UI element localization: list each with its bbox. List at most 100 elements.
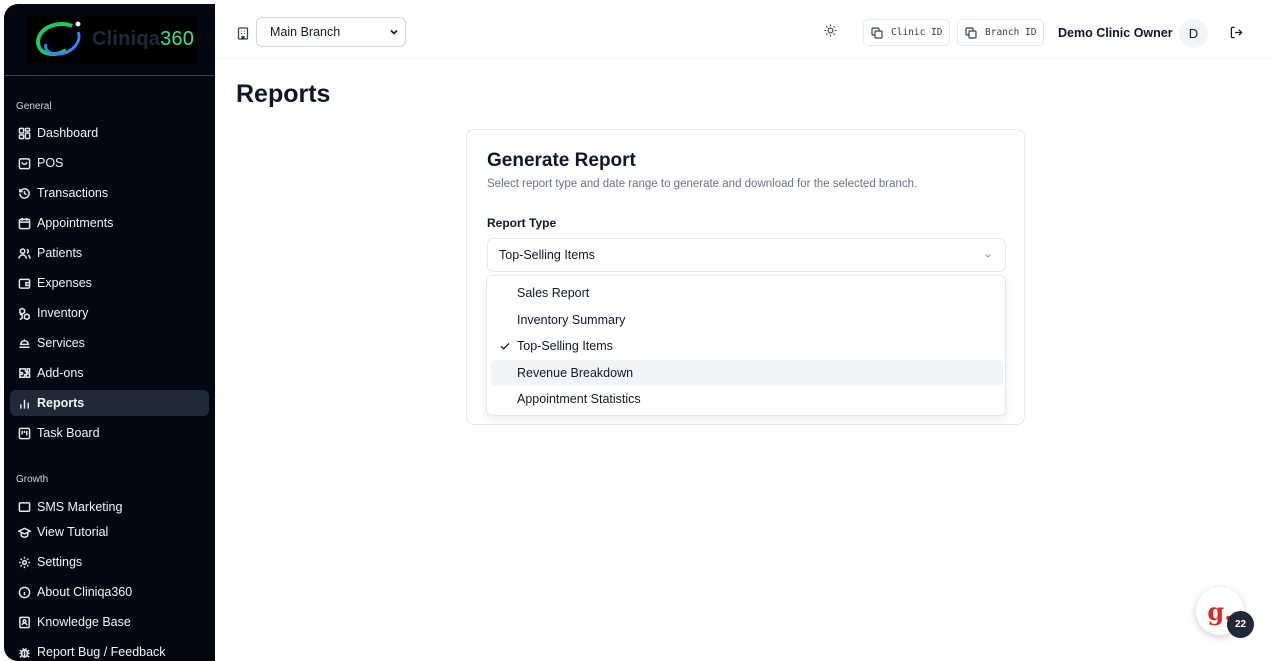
sidebar-bottom-nav: View Tutorial Settings About Cliniqa360 Kno… bbox=[4, 516, 215, 661]
boxes-icon bbox=[18, 307, 30, 320]
report-type-value: Top-Selling Items bbox=[499, 248, 595, 262]
sidebar-item-task-board[interactable]: Task Board bbox=[10, 420, 209, 446]
report-type-dropdown: Sales Report Inventory Summary Top-Selling… bbox=[486, 275, 1006, 416]
dropdown-option-label: Sales Report bbox=[517, 286, 590, 300]
history-icon bbox=[18, 187, 30, 199]
section-label-general: General bbox=[16, 101, 52, 112]
logo-text: Cliniqa360 bbox=[92, 28, 194, 51]
sidebar-item-knowledge-base[interactable]: Knowledge Base bbox=[10, 609, 209, 635]
sidebar-item-label: POS bbox=[37, 156, 64, 170]
sidebar-item-services[interactable]: Services bbox=[10, 330, 209, 356]
dropdown-option[interactable]: Revenue Breakdown bbox=[491, 359, 1003, 386]
pos-icon bbox=[17, 156, 31, 170]
boxes-icon bbox=[17, 306, 31, 320]
info-icon bbox=[18, 586, 30, 598]
logo-name: Cliniqa bbox=[92, 28, 161, 50]
report-type-label: Report Type bbox=[487, 216, 557, 230]
chart-icon bbox=[17, 396, 31, 410]
sidebar-item-appointments[interactable]: Appointments bbox=[10, 210, 209, 236]
kanban-icon bbox=[18, 427, 30, 439]
dashboard-icon bbox=[17, 126, 31, 140]
logout-icon[interactable] bbox=[1230, 26, 1243, 39]
sidebar: Cliniqa360 General Dashboard POS Transacti… bbox=[4, 4, 215, 661]
sidebar-item-dashboard[interactable]: Dashboard bbox=[10, 120, 209, 146]
wallet-icon bbox=[17, 276, 31, 290]
branch-select[interactable]: Main Branch bbox=[256, 17, 406, 47]
wallet-icon bbox=[18, 278, 30, 289]
puzzle-icon bbox=[18, 367, 30, 378]
sidebar-item-label: About Cliniqa360 bbox=[37, 585, 133, 599]
message-icon bbox=[17, 500, 31, 514]
dropdown-option[interactable]: Appointment Statistics bbox=[491, 386, 1003, 412]
info-icon bbox=[17, 585, 31, 599]
branch-select-value: Main Branch bbox=[270, 25, 341, 39]
book-icon bbox=[18, 616, 30, 628]
sidebar-item-patients[interactable]: Patients bbox=[10, 240, 209, 266]
card-title: Generate Report bbox=[487, 150, 636, 171]
dropdown-option[interactable]: Top-Selling Items bbox=[491, 333, 1003, 359]
dropdown-option-label: Top-Selling Items bbox=[517, 339, 613, 354]
notification-badge: 22 bbox=[1227, 611, 1254, 638]
page-title: Reports bbox=[236, 80, 331, 108]
history-icon bbox=[17, 186, 31, 200]
sidebar-item-inventory[interactable]: Inventory bbox=[10, 300, 209, 326]
report-type-select[interactable]: Top-Selling Items bbox=[487, 238, 1006, 272]
sidebar-item-label: Knowledge Base bbox=[37, 615, 131, 629]
sidebar-item-pos[interactable]: POS bbox=[10, 150, 209, 176]
dropdown-option-label: Appointment Statistics bbox=[517, 392, 641, 407]
services-icon bbox=[18, 338, 30, 348]
sidebar-item-label: Settings bbox=[37, 555, 83, 569]
dropdown-option[interactable]: Inventory Summary bbox=[491, 307, 1003, 333]
sidebar-item-view-tutorial[interactable]: View Tutorial bbox=[10, 519, 209, 545]
sidebar-item-label: Dashboard bbox=[37, 126, 99, 140]
calendar-icon bbox=[18, 217, 30, 229]
section-label-growth: Growth bbox=[16, 474, 49, 485]
calendar-icon bbox=[17, 216, 31, 230]
sidebar-item-label: Transactions bbox=[37, 186, 109, 200]
sidebar-item-add-ons[interactable]: Add-ons bbox=[10, 360, 209, 386]
chevron-down-icon bbox=[985, 254, 991, 258]
divider bbox=[4, 75, 215, 76]
pos-icon bbox=[18, 157, 30, 169]
book-icon bbox=[17, 615, 31, 629]
sidebar-item-label: Services bbox=[37, 336, 85, 350]
gear-icon bbox=[17, 555, 31, 569]
sidebar-item-label: SMS Marketing bbox=[37, 500, 123, 514]
gear-icon bbox=[18, 556, 30, 568]
sidebar-item-report-bug-feedback[interactable]: Report Bug / Feedback bbox=[10, 639, 209, 661]
copy-clinic-id-button[interactable]: Clinic ID bbox=[863, 19, 951, 46]
app-logo[interactable]: Cliniqa360 bbox=[26, 16, 198, 64]
theme-toggle-sun-icon[interactable] bbox=[824, 24, 837, 37]
sidebar-item-label: Report Bug / Feedback bbox=[37, 645, 166, 659]
chart-icon bbox=[19, 399, 29, 409]
copy-branch-id-button[interactable]: Branch ID bbox=[957, 19, 1045, 46]
card-description: Select report type and date range to gen… bbox=[487, 178, 918, 190]
sidebar-item-about-cliniqa360[interactable]: About Cliniqa360 bbox=[10, 579, 209, 605]
users-icon bbox=[17, 246, 31, 260]
sidebar-item-reports[interactable]: Reports bbox=[10, 390, 209, 416]
bug-icon bbox=[18, 647, 30, 658]
sidebar-item-label: Reports bbox=[37, 396, 85, 410]
graduation-icon bbox=[17, 526, 31, 538]
chevron-down-icon bbox=[390, 29, 398, 35]
logo-swoosh-icon bbox=[35, 21, 81, 57]
dashboard-icon bbox=[18, 127, 30, 139]
sidebar-item-label: View Tutorial bbox=[37, 525, 109, 539]
graduation-icon bbox=[17, 525, 31, 539]
sidebar-item-label: Appointments bbox=[37, 216, 114, 230]
sidebar-item-expenses[interactable]: Expenses bbox=[10, 270, 209, 296]
avatar[interactable]: D bbox=[1179, 19, 1208, 48]
kanban-icon bbox=[17, 426, 31, 440]
clinic-id-label: Clinic ID bbox=[891, 27, 943, 38]
message-icon bbox=[18, 501, 30, 512]
sidebar-item-label: Expenses bbox=[37, 276, 92, 290]
sidebar-item-label: Inventory bbox=[37, 306, 89, 320]
dropdown-option-label: Revenue Breakdown bbox=[517, 365, 634, 380]
users-icon bbox=[17, 247, 31, 259]
puzzle-icon bbox=[17, 366, 31, 380]
sidebar-item-transactions[interactable]: Transactions bbox=[10, 180, 209, 206]
sidebar-item-settings[interactable]: Settings bbox=[10, 549, 209, 575]
dropdown-option[interactable]: Sales Report bbox=[491, 280, 1003, 306]
copy-icon bbox=[871, 26, 883, 39]
sidebar-item-label: Task Board bbox=[37, 426, 100, 440]
